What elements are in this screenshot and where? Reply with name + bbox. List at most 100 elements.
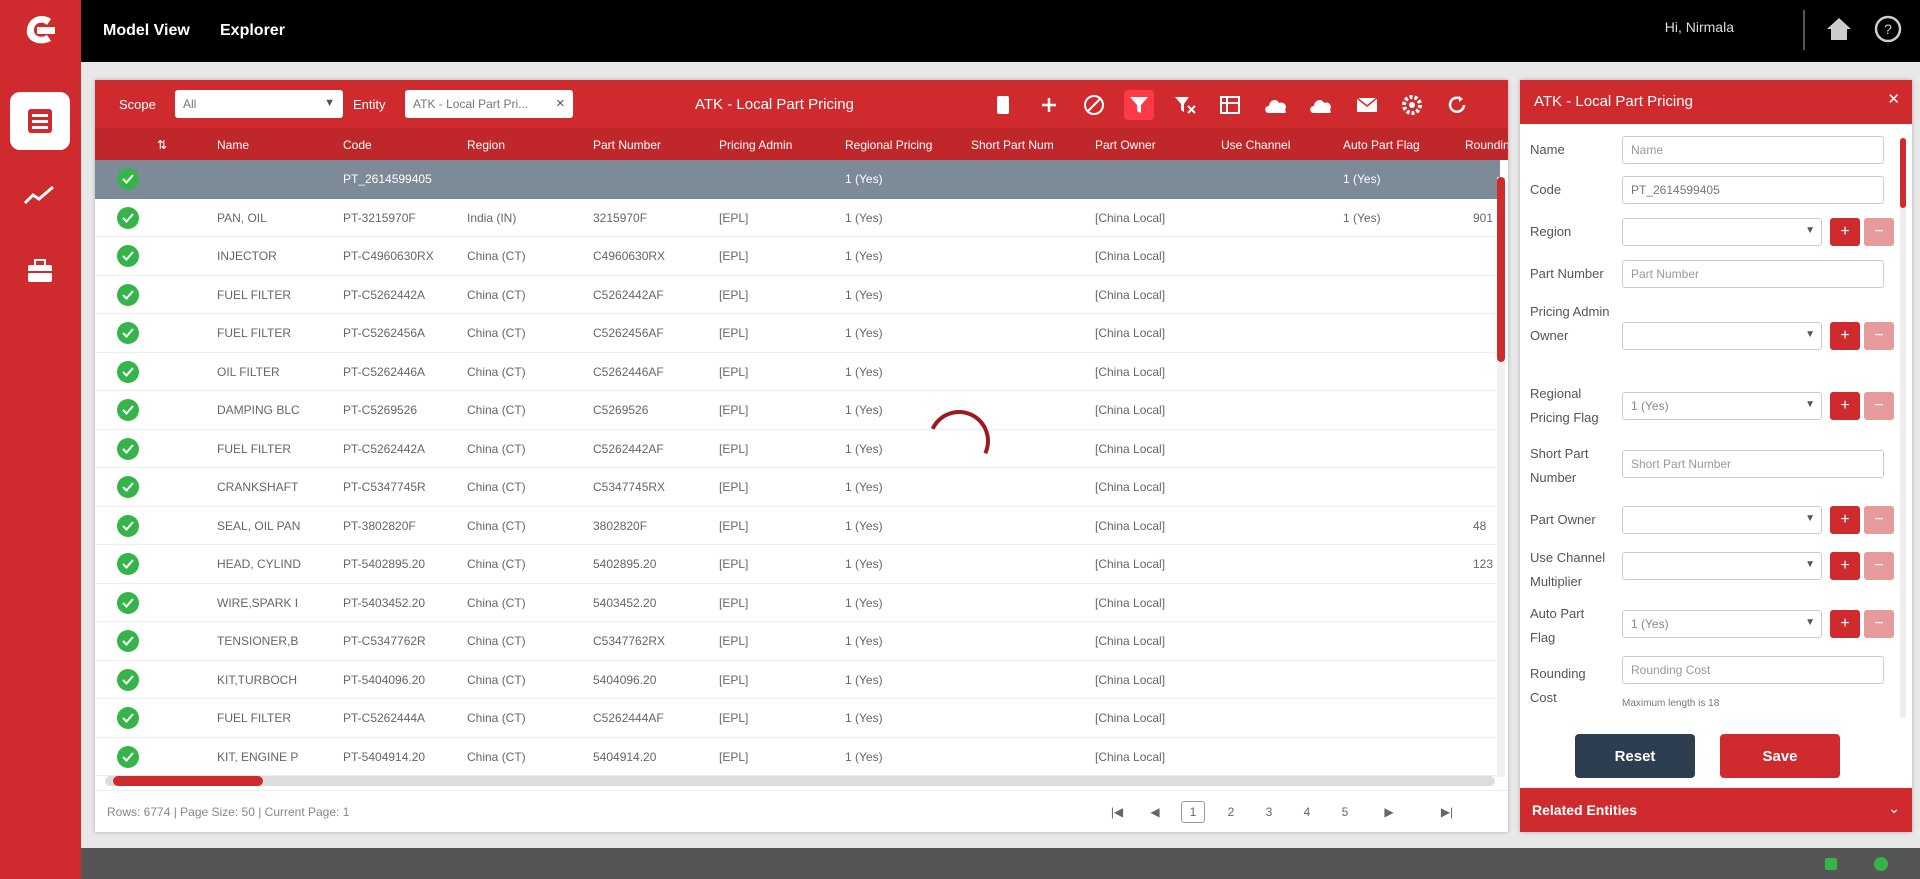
remove-part-owner-button[interactable]: − <box>1864 506 1894 534</box>
cummins-logo[interactable] <box>0 0 81 62</box>
cancel-icon[interactable] <box>1079 90 1109 120</box>
scroll-thumb[interactable] <box>1497 177 1505 362</box>
table-row[interactable]: TENSIONER,B PT-C5347762R China (CT) C534776… <box>95 622 1500 661</box>
table-row[interactable]: OIL FILTER PT-C5262446A China (CT) C5262446… <box>95 353 1500 391</box>
table-row[interactable]: FUEL FILTER PT-C5262442A China (CT) C526244… <box>95 430 1500 468</box>
table-row[interactable]: FUEL FILTER PT-C5262444A China (CT) C526244… <box>95 699 1500 738</box>
table-row[interactable]: INJECTOR PT-C4960630RX China (CT) C4960630R… <box>95 237 1500 276</box>
page-button-4[interactable]: 4 <box>1295 801 1319 823</box>
check-icon <box>117 322 139 344</box>
part-owner-select[interactable]: ▼ <box>1622 506 1822 534</box>
table-row[interactable]: FUEL FILTER PT-C5262456A China (CT) C526245… <box>95 314 1500 353</box>
part-number-input[interactable]: Part Number <box>1622 260 1884 288</box>
page-button-3[interactable]: 3 <box>1257 801 1281 823</box>
help-icon[interactable]: ? <box>1872 13 1904 45</box>
home-icon[interactable] <box>1823 13 1855 45</box>
related-entities-section[interactable]: Related Entities ⌄ <box>1520 788 1912 832</box>
cell-code: PT-C4960630RX <box>343 249 434 263</box>
page-button-1[interactable]: 1 <box>1181 801 1205 823</box>
cloud-download-icon[interactable] <box>1306 90 1336 120</box>
clear-filter-icon[interactable] <box>1170 90 1200 120</box>
regional-pricing-flag-select[interactable]: 1 (Yes) ▼ <box>1622 392 1822 420</box>
table-row-selected[interactable]: PT_2614599405 1 (Yes) 1 (Yes) <box>95 160 1500 199</box>
entity-select[interactable]: ATK - Local Part Pri... ✕ <box>405 90 573 118</box>
cell-code: PT-5404914.20 <box>343 749 426 764</box>
column-header-pricing-admin[interactable]: Pricing Admin <box>719 138 792 152</box>
sheet-icon[interactable] <box>1215 90 1245 120</box>
add-channel-multiplier-button[interactable]: + <box>1830 552 1860 580</box>
add-regional-flag-button[interactable]: + <box>1830 392 1860 420</box>
auto-part-flag-select[interactable]: 1 (Yes) ▼ <box>1622 610 1822 638</box>
use-channel-multiplier-select[interactable]: ▼ <box>1622 552 1822 580</box>
table-row[interactable]: SEAL, OIL PAN PT-3802820F China (CT) 380282… <box>95 507 1500 545</box>
add-pricing-owner-button[interactable]: + <box>1830 322 1860 350</box>
add-part-owner-button[interactable]: + <box>1830 506 1860 534</box>
cell-auto: 1 (Yes) <box>1343 210 1381 225</box>
page-button-2[interactable]: 2 <box>1219 801 1243 823</box>
add-region-button[interactable]: + <box>1830 218 1860 246</box>
column-header-name[interactable]: Name <box>217 138 249 152</box>
name-input[interactable]: Name <box>1622 136 1884 164</box>
reset-button[interactable]: Reset <box>1575 734 1695 778</box>
table-row[interactable]: DAMPING BLC PT-C5269526 China (CT) C5269526… <box>95 391 1500 430</box>
grid-title: ATK - Local Part Pricing <box>695 96 854 113</box>
scroll-thumb[interactable] <box>113 776 263 786</box>
chevron-down-icon[interactable]: ⌄ <box>1888 800 1900 817</box>
table-row[interactable]: WIRE,SPARK I PT-5403452.20 China (CT) 54034… <box>95 584 1500 622</box>
rounding-cost-input[interactable]: Rounding Cost <box>1622 656 1884 684</box>
table-row[interactable]: FUEL FILTER PT-C5262442A China (CT) C526244… <box>95 276 1500 314</box>
code-input[interactable]: PT_2614599405 <box>1622 176 1884 204</box>
column-header-use-channel[interactable]: Use Channel <box>1221 138 1290 152</box>
remove-pricing-owner-button[interactable]: − <box>1864 322 1894 350</box>
toolbox-nav-icon[interactable] <box>10 242 70 300</box>
next-page-button[interactable]: ▶ <box>1377 801 1401 823</box>
table-row[interactable]: KIT, ENGINE P PT-5404914.20 China (CT) 5404… <box>95 738 1500 776</box>
scroll-thumb[interactable] <box>1900 138 1906 208</box>
column-header-auto-part-flag[interactable]: Auto Part Flag <box>1343 138 1420 152</box>
gear-icon[interactable] <box>1397 90 1427 120</box>
page-button-5[interactable]: 5 <box>1333 801 1357 823</box>
remove-auto-flag-button[interactable]: − <box>1864 610 1894 638</box>
column-header-regional-pricing[interactable]: Regional Pricing <box>845 138 932 152</box>
close-icon[interactable]: ✕ <box>556 97 565 110</box>
column-header-region[interactable]: Region <box>467 138 505 152</box>
model-view-nav-icon[interactable] <box>10 92 70 150</box>
first-page-button[interactable]: |◀ <box>1105 801 1129 823</box>
cell-region: China (CT) <box>467 403 526 417</box>
form-scrollbar[interactable] <box>1900 138 1906 718</box>
vertical-scrollbar[interactable] <box>1497 177 1505 777</box>
table-row[interactable]: CRANKSHAFT PT-C5347745R China (CT) C5347745… <box>95 468 1500 507</box>
sync-status-icon <box>1871 854 1891 874</box>
add-icon[interactable] <box>1034 90 1064 120</box>
add-auto-flag-button[interactable]: + <box>1830 610 1860 638</box>
table-row[interactable]: KIT,TURBOCH PT-5404096.20 China (CT) 540409… <box>95 661 1500 699</box>
remove-channel-multiplier-button[interactable]: − <box>1864 552 1894 580</box>
filter-icon[interactable] <box>1124 90 1154 120</box>
prev-page-button[interactable]: ◀ <box>1143 801 1167 823</box>
mobile-icon[interactable] <box>988 90 1018 120</box>
nav-model-view[interactable]: Model View <box>103 22 190 40</box>
last-page-button[interactable]: ▶| <box>1435 801 1459 823</box>
horizontal-scrollbar[interactable] <box>105 776 1495 786</box>
column-header-rounding[interactable]: Rounding <box>1465 138 1508 152</box>
analytics-nav-icon[interactable] <box>10 166 70 224</box>
email-icon[interactable] <box>1352 90 1382 120</box>
column-sort-handle[interactable]: ⇅ <box>157 138 167 152</box>
column-header-part-owner[interactable]: Part Owner <box>1095 138 1156 152</box>
region-select[interactable]: ▼ <box>1622 218 1822 246</box>
refresh-icon[interactable] <box>1442 90 1472 120</box>
table-row[interactable]: PAN, OIL PT-3215970F India (IN) 3215970F [EP… <box>95 199 1500 237</box>
column-header-short-part-num[interactable]: Short Part Num <box>971 138 1054 152</box>
save-button[interactable]: Save <box>1720 734 1840 778</box>
nav-explorer[interactable]: Explorer <box>220 22 285 40</box>
table-row[interactable]: HEAD, CYLIND PT-5402895.20 China (CT) 54028… <box>95 545 1500 584</box>
column-header-code[interactable]: Code <box>343 138 372 152</box>
remove-regional-flag-button[interactable]: − <box>1864 392 1894 420</box>
pricing-admin-owner-select[interactable]: ▼ <box>1622 322 1822 350</box>
cloud-upload-icon[interactable] <box>1261 90 1291 120</box>
column-header-part-number[interactable]: Part Number <box>593 138 661 152</box>
close-icon[interactable]: ✕ <box>1887 90 1900 108</box>
scope-select[interactable]: All ▼ <box>175 90 343 118</box>
short-part-number-input[interactable]: Short Part Number <box>1622 450 1884 478</box>
remove-region-button[interactable]: − <box>1864 218 1894 246</box>
